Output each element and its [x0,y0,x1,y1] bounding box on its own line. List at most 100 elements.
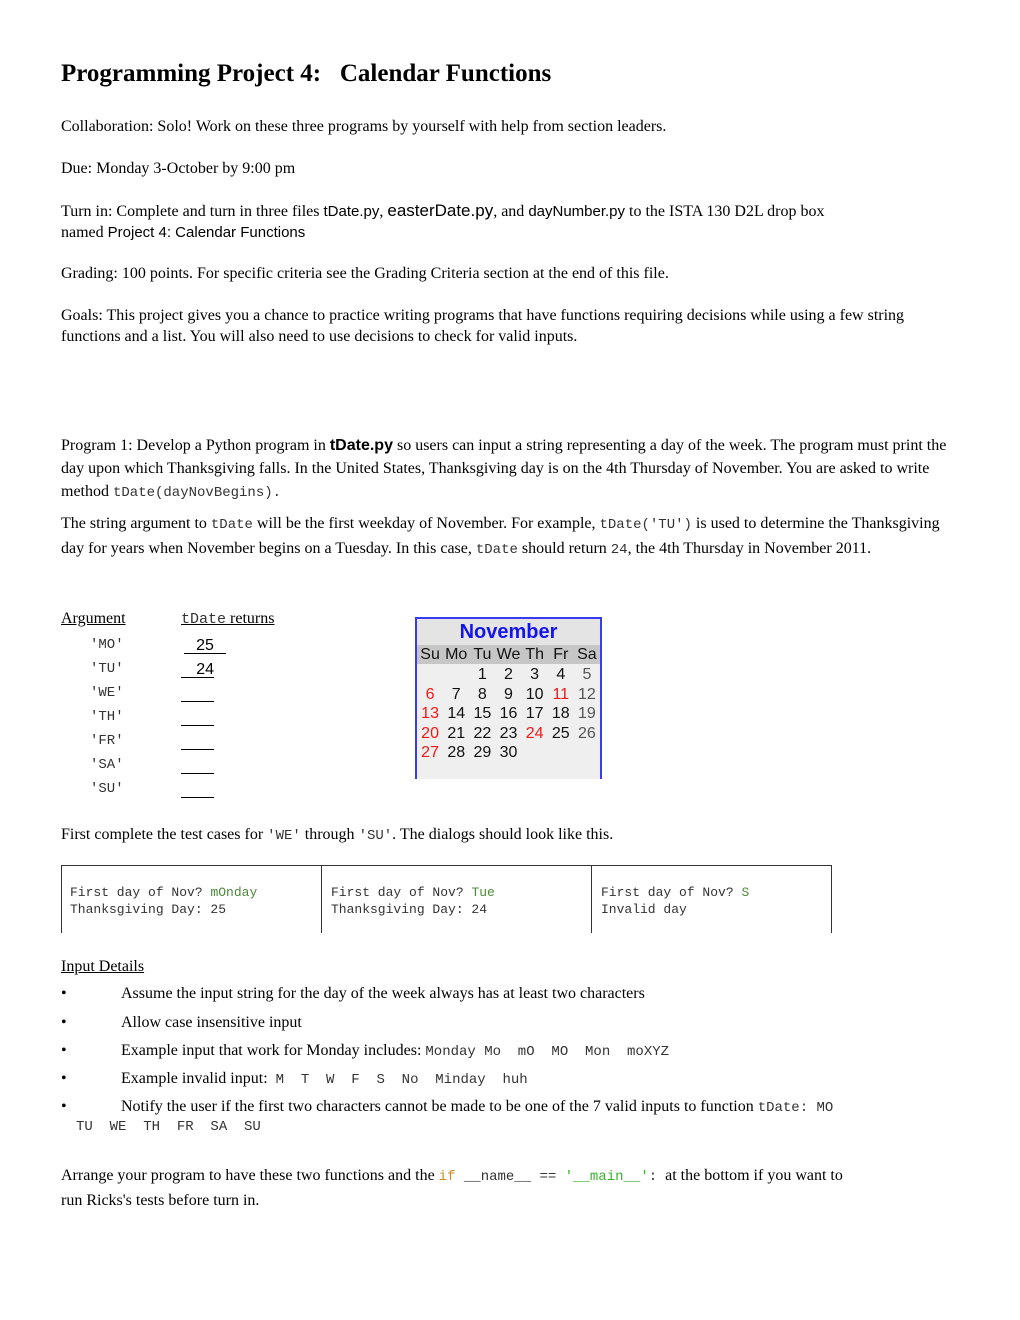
calendar-day: 13 [421,705,439,722]
goals-text: Goals: This project gives you a chance t… [61,307,905,345]
calendar-month: November [417,619,600,645]
calendar-day: 26 [578,724,596,742]
weekday-label: We [496,646,521,663]
calendar-day: 25 [551,724,570,742]
code-tdate: tDate [475,542,518,558]
dropbox-name: Project 4: Calendar Functions [107,224,306,241]
calendar-day: 27 [421,744,439,761]
calendar-day: 14 [447,705,466,722]
calendar-day: 2 [504,666,513,683]
arg-value: 'TH' [90,709,124,725]
calendar-day: 15 [473,705,492,722]
page-title: Programming Project 4: Calendar Function… [61,60,552,87]
code-main: '__main__' [564,1169,649,1185]
file-daynumber: dayNumber.py [528,203,626,220]
calendar-day: 7 [451,685,461,703]
calendar-day: 19 [578,705,596,722]
arg-value: 'WE' [90,685,124,701]
collaboration-text: Collaboration: Solo! Work on these three… [61,118,667,135]
named-prefix: named [61,224,108,241]
text: Example invalid input: [121,1070,276,1087]
code-name: __name__ == [455,1169,565,1185]
code-tdate-signature: tDate(dayNovBegins). [113,485,282,501]
calendar-weekday-header: Su Mo Tu We Th Fr Sa [417,645,600,664]
bullet-icon: • [61,1042,67,1059]
calendar-day: 23 [499,724,518,742]
text: run Ricks's tests before turn in. [61,1192,260,1209]
text: will be the first weekday of November. F… [252,515,600,532]
dialog-example-2: First day of Nov? Tue Thanksgiving Day: … [322,865,592,933]
calendar-day: 8 [477,685,487,703]
calendar-day: 12 [578,685,596,703]
dialog-output: Thanksgiving Day: 25 [70,902,227,917]
grading-text: Grading: 100 points. For specific criter… [61,265,669,282]
text: at the bottom if you want to [657,1167,843,1184]
bullet-icon: • [61,1070,67,1087]
arg-value: 'SA' [90,757,124,773]
dialog-output: Thanksgiving Day: 24 [331,902,488,917]
bullet-text: Notify the user if the first two charact… [121,1098,833,1117]
code-we: 'WE' [267,828,301,844]
return-value-blank [181,686,214,702]
return-value-blank [181,758,214,774]
calendar-day [443,665,469,684]
bullet-text: Example invalid input: M T W F S No Mind… [121,1070,528,1089]
code-valid-list-continued: TU WE TH FR SA SU [76,1119,261,1135]
dialog-prompt: First day of Nov? [331,885,472,900]
bullet-text: Allow case insensitive input [121,1014,302,1031]
dialog-input: S [741,885,750,900]
weekday-label: Tu [473,646,492,663]
calendar-day: 11 [552,685,570,703]
text: through [300,826,359,843]
weekday-label: Su [420,646,440,663]
arrange-paragraph: Arrange your program to have these two f… [61,1164,966,1213]
code-valid-list: tDate: MO [757,1100,834,1116]
arg-value: 'FR' [90,733,124,749]
text: Program 1: Develop a Python program in [61,437,330,454]
text: Notify the user if the first two charact… [121,1098,758,1115]
calendar-day: 5 [582,666,592,683]
weekday-label: Fr [553,646,569,663]
file-tdate-bold: tDate.py [329,437,393,454]
calendar-day: 20 [421,724,439,742]
arg-value: 'TU' [90,661,124,677]
test-intro: First complete the test cases for 'WE' t… [61,824,961,847]
bullet-text: Assume the input string for the day of t… [121,985,645,1002]
calendar-day [548,743,574,762]
input-details-heading: Input Details [61,958,145,975]
november-calendar: November Su Mo Tu We Th Fr Sa 1 2 3 4 5 6 7 8 9 10 11 12 1… [415,617,602,779]
text: . The dialogs should look like this. [392,826,614,843]
file-tdate: tDate.py [323,203,380,220]
code-invalid-inputs: M T W F S No Minday huh [275,1072,528,1088]
text: Example input that work for Monday inclu… [121,1042,426,1059]
text: Arrange your program to have these two f… [61,1167,439,1184]
program1-argument-paragraph: The string argument to tDate will be the… [61,512,966,562]
code-24: 24 [610,542,628,558]
file-easterdate: easterDate.py [387,201,494,220]
text: should return [517,540,611,557]
calendar-day: 10 [525,685,544,703]
due-text: Due: Monday 3-October by 9:00 pm [61,160,296,177]
calendar-day: 18 [551,705,570,722]
text: , the 4th Thursday in November 2011. [627,540,872,557]
dialog-border [831,865,832,933]
arg-value: 'MO' [90,637,124,653]
weekday-label: Th [525,646,544,663]
calendar-day [417,665,443,684]
calendar-day: 30 [499,744,518,761]
calendar-week-row: 6 7 8 9 10 11 12 [417,685,600,704]
program1-paragraph: Program 1: Develop a Python program in t… [61,434,966,505]
code-su: 'SU' [358,828,393,844]
text: First complete the test cases for [61,826,268,843]
turn-in-text: Turn in: Complete and turn in three file… [61,200,961,243]
calendar-day: 24 [525,724,544,742]
bullet-icon: • [61,985,67,1002]
calendar-day: 16 [499,705,518,722]
calendar-day: 4 [556,666,566,683]
calendar-day: 3 [530,666,540,683]
calendar-day: 22 [473,724,492,742]
code-valid-inputs: Monday Mo mO MO Mon moXYZ [425,1044,670,1060]
sep: , and [493,203,529,220]
text: The string argument to [61,515,211,532]
dialog-output: Invalid day [601,902,687,917]
